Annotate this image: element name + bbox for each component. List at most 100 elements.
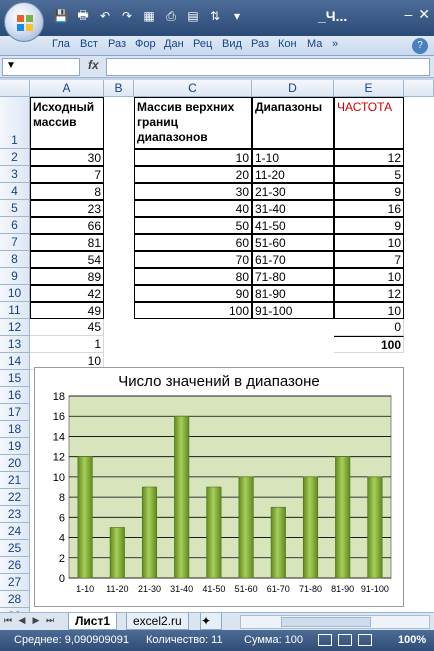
row-header-23[interactable]: 23: [0, 506, 30, 523]
row-header-9[interactable]: 9: [0, 268, 30, 285]
cell-d8[interactable]: 61-70: [252, 251, 334, 268]
row-header-12[interactable]: 12: [0, 319, 30, 336]
cell-d2[interactable]: 1-10: [252, 149, 334, 166]
row-header-11[interactable]: 11: [0, 302, 30, 319]
row-header-16[interactable]: 16: [0, 387, 30, 404]
row-header-27[interactable]: 27: [0, 574, 30, 591]
row-header-7[interactable]: 7: [0, 234, 30, 251]
cell-a2[interactable]: 30: [30, 149, 104, 166]
cell-e13[interactable]: 100: [334, 336, 404, 353]
cell-d3[interactable]: 11-20: [252, 166, 334, 183]
cell-e9[interactable]: 10: [334, 268, 404, 285]
row-header-10[interactable]: 10: [0, 285, 30, 302]
cell-a12[interactable]: 45: [30, 319, 104, 336]
row-header-8[interactable]: 8: [0, 251, 30, 268]
cell-c6[interactable]: 50: [134, 217, 252, 234]
row-header-26[interactable]: 26: [0, 557, 30, 574]
first-sheet-icon[interactable]: ⏮: [2, 615, 14, 629]
tab-page-layout[interactable]: Раз: [108, 38, 132, 50]
column-header-c[interactable]: C: [134, 80, 252, 97]
normal-view-icon[interactable]: [318, 634, 332, 646]
column-header-f[interactable]: [404, 80, 434, 97]
formula-input[interactable]: [106, 58, 430, 76]
header-ranges[interactable]: Диапазоны: [252, 97, 334, 149]
cell-d4[interactable]: 21-30: [252, 183, 334, 200]
print-preview-icon[interactable]: 🖶: [74, 7, 92, 25]
cell-e8[interactable]: 7: [334, 251, 404, 268]
tab-review[interactable]: Рец: [193, 38, 219, 50]
open-icon[interactable]: ▤: [184, 7, 202, 25]
sort-icon[interactable]: ⇅: [206, 7, 224, 25]
row-header-17[interactable]: 17: [0, 404, 30, 421]
row-header-28[interactable]: 28: [0, 591, 30, 608]
prev-sheet-icon[interactable]: ◀: [16, 615, 28, 629]
row-header-2[interactable]: 2: [0, 149, 30, 166]
cell-a13[interactable]: 1: [30, 336, 104, 353]
cell-c8[interactable]: 70: [134, 251, 252, 268]
row-header-6[interactable]: 6: [0, 217, 30, 234]
row-header-4[interactable]: 4: [0, 183, 30, 200]
page-layout-view-icon[interactable]: [338, 634, 352, 646]
redo-icon[interactable]: ↷: [118, 7, 136, 25]
undo-icon[interactable]: ↶: [96, 7, 114, 25]
sheet-tab-excel2[interactable]: excel2.ru: [126, 613, 189, 630]
save-icon[interactable]: 💾: [52, 7, 70, 25]
row-header-3[interactable]: 3: [0, 166, 30, 183]
tab-constructor[interactable]: Кон: [278, 38, 304, 50]
cell-c10[interactable]: 90: [134, 285, 252, 302]
cell-a3[interactable]: 7: [30, 166, 104, 183]
column-header-b[interactable]: B: [104, 80, 134, 97]
cell-c7[interactable]: 60: [134, 234, 252, 251]
column-header-a[interactable]: A: [30, 80, 104, 97]
page-break-view-icon[interactable]: [358, 634, 372, 646]
header-source-array[interactable]: Исходный массив: [30, 97, 104, 149]
cell-a7[interactable]: 81: [30, 234, 104, 251]
row-header-21[interactable]: 21: [0, 472, 30, 489]
cell-c11[interactable]: 100: [134, 302, 252, 319]
cell-d9[interactable]: 71-80: [252, 268, 334, 285]
horizontal-scrollbar[interactable]: [240, 615, 430, 629]
header-upper-bounds[interactable]: Массив верхних границ диапазонов: [134, 97, 252, 149]
row-header-19[interactable]: 19: [0, 438, 30, 455]
new-sheet-icon[interactable]: ✦: [200, 613, 222, 630]
cell-e12[interactable]: 0: [334, 319, 404, 336]
name-box[interactable]: ▼: [2, 58, 80, 76]
cell-e11[interactable]: 10: [334, 302, 404, 319]
cell-e6[interactable]: 9: [334, 217, 404, 234]
cell-c5[interactable]: 40: [134, 200, 252, 217]
row-header-13[interactable]: 13: [0, 336, 30, 353]
cell-e5[interactable]: 16: [334, 200, 404, 217]
row-header-25[interactable]: 25: [0, 540, 30, 557]
row-header-5[interactable]: 5: [0, 200, 30, 217]
cell-e3[interactable]: 5: [334, 166, 404, 183]
tab-developer[interactable]: Раз: [251, 38, 275, 50]
row-header-15[interactable]: 15: [0, 370, 30, 387]
cell-d7[interactable]: 51-60: [252, 234, 334, 251]
cell-c2[interactable]: 10: [134, 149, 252, 166]
row-header-14[interactable]: 14: [0, 353, 30, 370]
zoom-level[interactable]: 100%: [398, 634, 426, 646]
customize-toolbar-icon[interactable]: ▾: [228, 7, 246, 25]
cell-d5[interactable]: 31-40: [252, 200, 334, 217]
tab-view[interactable]: Вид: [222, 38, 248, 50]
select-all-corner[interactable]: [0, 80, 30, 97]
row-header-22[interactable]: 22: [0, 489, 30, 506]
cell-e2[interactable]: 12: [334, 149, 404, 166]
cell-c9[interactable]: 80: [134, 268, 252, 285]
row-header-1[interactable]: 1: [0, 97, 30, 149]
ribbon-more-icon[interactable]: »: [332, 38, 346, 50]
cell-a8[interactable]: 54: [30, 251, 104, 268]
tab-home[interactable]: Гла: [52, 38, 78, 50]
tab-insert[interactable]: Вст: [80, 38, 106, 50]
cell-e7[interactable]: 10: [334, 234, 404, 251]
cell-a4[interactable]: 8: [30, 183, 104, 200]
column-header-d[interactable]: D: [252, 80, 334, 97]
cell-c3[interactable]: 20: [134, 166, 252, 183]
cell-a11[interactable]: 49: [30, 302, 104, 319]
row-header-24[interactable]: 24: [0, 523, 30, 540]
office-button[interactable]: [4, 2, 44, 42]
row-header-18[interactable]: 18: [0, 421, 30, 438]
tab-layout[interactable]: Ма: [307, 38, 329, 50]
cell-d10[interactable]: 81-90: [252, 285, 334, 302]
help-icon[interactable]: ?: [412, 38, 428, 54]
